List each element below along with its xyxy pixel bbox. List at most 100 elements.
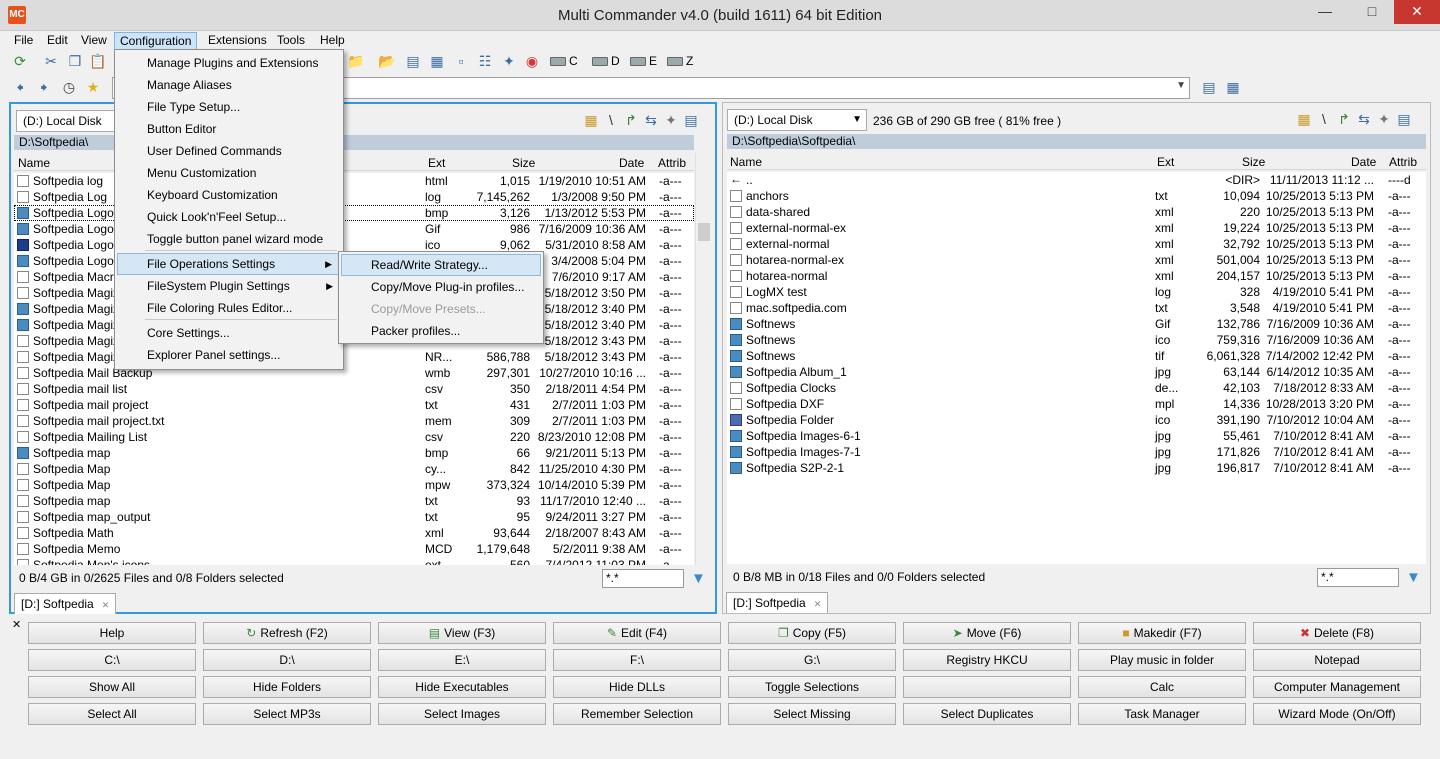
col-date[interactable]: Date — [1351, 155, 1376, 169]
panel-button[interactable]: ▤ View (F3) — [378, 622, 546, 644]
panel-button[interactable]: C:\ — [28, 649, 196, 671]
split-icon[interactable]: ▦ — [428, 52, 446, 70]
right-path-bar[interactable]: D:\Softpedia\Softpedia\ — [727, 134, 1426, 149]
left-filter-input[interactable]: *.* — [602, 569, 684, 588]
col-attrib[interactable]: Attrib — [1389, 155, 1417, 169]
panel-button[interactable]: Select MP3s — [203, 703, 371, 725]
file-row[interactable]: anchors txt 10,094 10/25/2013 5:13 PM -a--- — [727, 188, 1426, 204]
file-row[interactable]: Softnews ico 759,316 7/16/2009 10:36 AM -a--… — [727, 332, 1426, 348]
panel-button[interactable]: Show All — [28, 676, 196, 698]
file-row[interactable]: external-normal xml 32,792 10/25/2013 5:13 … — [727, 236, 1426, 252]
panel-button[interactable]: Notepad — [1253, 649, 1421, 671]
paste-icon[interactable]: 📋 — [89, 52, 107, 70]
menu-edit[interactable]: Edit — [42, 32, 73, 50]
panel-button[interactable]: Select Missing — [728, 703, 896, 725]
config-menu-item[interactable]: Menu Customization — [117, 162, 341, 184]
panel-button[interactable]: Remember Selection — [553, 703, 721, 725]
forward-arrow-icon[interactable]: 🠺 — [35, 78, 53, 96]
wand-icon[interactable]: ✦ — [500, 52, 518, 70]
panel-button[interactable]: Select Duplicates — [903, 703, 1071, 725]
file-row[interactable]: LogMX test log 328 4/19/2010 5:41 PM -a--- — [727, 284, 1426, 300]
panel-button[interactable]: ■ Makedir (F7) — [1078, 622, 1246, 644]
folder-tree-icon[interactable]: ▦ — [1294, 111, 1314, 128]
favorites-star-icon[interactable]: ★ — [84, 78, 102, 96]
file-row[interactable]: Softpedia Memo MCD 1,179,648 5/2/2011 9:38 … — [14, 541, 694, 557]
file-row[interactable]: Softnews tif 6,061,328 7/14/2002 12:42 PM -a… — [727, 348, 1426, 364]
col-date[interactable]: Date — [619, 156, 644, 170]
panel-button[interactable]: Hide Executables — [378, 676, 546, 698]
file-row[interactable]: Softpedia mail project txt 431 2/7/2011 1:0… — [14, 397, 694, 413]
folder-icon[interactable]: 📁 — [347, 52, 365, 70]
pin-icon[interactable]: ✦ — [1374, 111, 1394, 128]
file-row[interactable]: Softpedia Mailing List csv 220 8/23/2010 12… — [14, 429, 694, 445]
config-menu-item[interactable]: File Coloring Rules Editor... — [117, 297, 341, 319]
file-row[interactable]: Softpedia Map mpw 373,324 10/14/2010 5:39 P… — [14, 477, 694, 493]
panel-button[interactable]: Registry HKCU — [903, 649, 1071, 671]
filter-funnel-icon[interactable]: ▼ — [691, 570, 706, 587]
submenu-item[interactable]: Packer profiles... — [341, 320, 541, 342]
submenu-item[interactable]: Copy/Move Plug-in profiles... — [341, 276, 541, 298]
left-scrollbar[interactable] — [695, 153, 711, 565]
panel-button[interactable]: ✖ Delete (F8) — [1253, 622, 1421, 644]
right-tab[interactable]: [D:] Softpedia ✕ — [726, 592, 829, 613]
col-ext[interactable]: Ext — [1157, 155, 1174, 169]
panel-button[interactable]: Computer Management — [1253, 676, 1421, 698]
drive-d-button[interactable]: D — [592, 52, 620, 70]
menu-view[interactable]: View — [76, 32, 112, 50]
config-menu-item[interactable]: File Type Setup... — [117, 96, 341, 118]
panel-button[interactable]: ✎ Edit (F4) — [553, 622, 721, 644]
up-folder-icon[interactable]: ↱ — [621, 112, 641, 129]
copy-icon[interactable]: ❐ — [66, 52, 84, 70]
right-drive-select[interactable]: (D:) Local Disk ▼ — [727, 109, 867, 131]
panel-button[interactable]: ↻ Refresh (F2) — [203, 622, 371, 644]
panel-button[interactable]: Help — [28, 622, 196, 644]
panel-button[interactable]: Select Images — [378, 703, 546, 725]
file-row[interactable]: Softpedia Album_1 jpg 63,144 6/14/2012 10:3… — [727, 364, 1426, 380]
tab-close-icon[interactable]: ✕ — [814, 599, 822, 609]
back-arrow-icon[interactable]: 🠸 — [11, 78, 29, 96]
chevron-down-icon[interactable]: ▼ — [1176, 80, 1186, 91]
menu-tools[interactable]: Tools — [272, 32, 310, 50]
config-menu-item[interactable]: File Operations Settings ▶ — [117, 253, 341, 275]
panel-button[interactable]: Task Manager — [1078, 703, 1246, 725]
drive-c-button[interactable]: C — [550, 52, 578, 70]
file-row[interactable]: Softpedia Images-6-1 jpg 55,461 7/10/2012 8… — [727, 428, 1426, 444]
file-row[interactable]: hotarea-normal xml 204,157 10/25/2013 5:13 … — [727, 268, 1426, 284]
notes-icon[interactable]: ☷ — [476, 52, 494, 70]
file-row[interactable]: external-normal-ex xml 19,224 10/25/2013 5:… — [727, 220, 1426, 236]
file-row[interactable]: Softpedia Men's icons ext 560 7/4/2012 11:0… — [14, 557, 694, 565]
file-row[interactable]: Softpedia DXF mpl 14,336 10/28/2013 3:20 PM… — [727, 396, 1426, 412]
refresh-icon[interactable]: ⟳ — [11, 52, 29, 70]
sync-icon[interactable]: ⇆ — [1354, 111, 1374, 128]
panel-button[interactable]: Calc — [1078, 676, 1246, 698]
config-menu-item[interactable]: User Defined Commands — [117, 140, 341, 162]
panel-button[interactable] — [903, 676, 1071, 698]
file-row[interactable]: Softpedia S2P-2-1 jpg 196,817 7/10/2012 8:4… — [727, 460, 1426, 476]
col-ext[interactable]: Ext — [428, 156, 445, 170]
panel-button[interactable]: D:\ — [203, 649, 371, 671]
file-row[interactable]: Softpedia Folder ico 391,190 7/10/2012 10:0… — [727, 412, 1426, 428]
menu-configuration[interactable]: Configuration — [114, 32, 198, 50]
menu-file[interactable]: File — [9, 32, 38, 50]
config-menu-item[interactable]: Keyboard Customization — [117, 184, 341, 206]
drive-e-button[interactable]: E — [630, 52, 657, 70]
file-row[interactable]: Softpedia mail project.txt mem 309 2/7/2011… — [14, 413, 694, 429]
view-mode-icon[interactable]: ▤ — [1394, 111, 1414, 128]
right-filter-input[interactable]: *.* — [1317, 568, 1399, 587]
panel-button[interactable]: F:\ — [553, 649, 721, 671]
file-row[interactable]: mac.softpedia.com txt 3,548 4/19/2010 5:41 … — [727, 300, 1426, 316]
view-mode-icon[interactable]: ▤ — [681, 112, 701, 129]
menu-extensions[interactable]: Extensions — [203, 32, 272, 50]
col-attrib[interactable]: Attrib — [658, 156, 686, 170]
right-file-list[interactable]: ←.. <DIR> 11/11/2013 11:12 ... ----d anchors… — [727, 172, 1426, 564]
close-panel-icon[interactable]: ✕ — [12, 618, 21, 631]
history-icon[interactable]: ◷ — [60, 78, 78, 96]
folder-size-icon[interactable]: 📂 — [378, 52, 396, 70]
up-folder-icon[interactable]: ↱ — [1334, 111, 1354, 128]
root-icon[interactable]: \ — [601, 112, 621, 128]
pin-icon[interactable]: ✦ — [661, 112, 681, 129]
col-name[interactable]: Name — [18, 156, 50, 170]
config-menu-item[interactable]: Button Editor — [117, 118, 341, 140]
file-row[interactable]: ←.. <DIR> 11/11/2013 11:12 ... ----d — [727, 172, 1426, 188]
clipboard-icon[interactable]: ▫ — [452, 52, 470, 70]
